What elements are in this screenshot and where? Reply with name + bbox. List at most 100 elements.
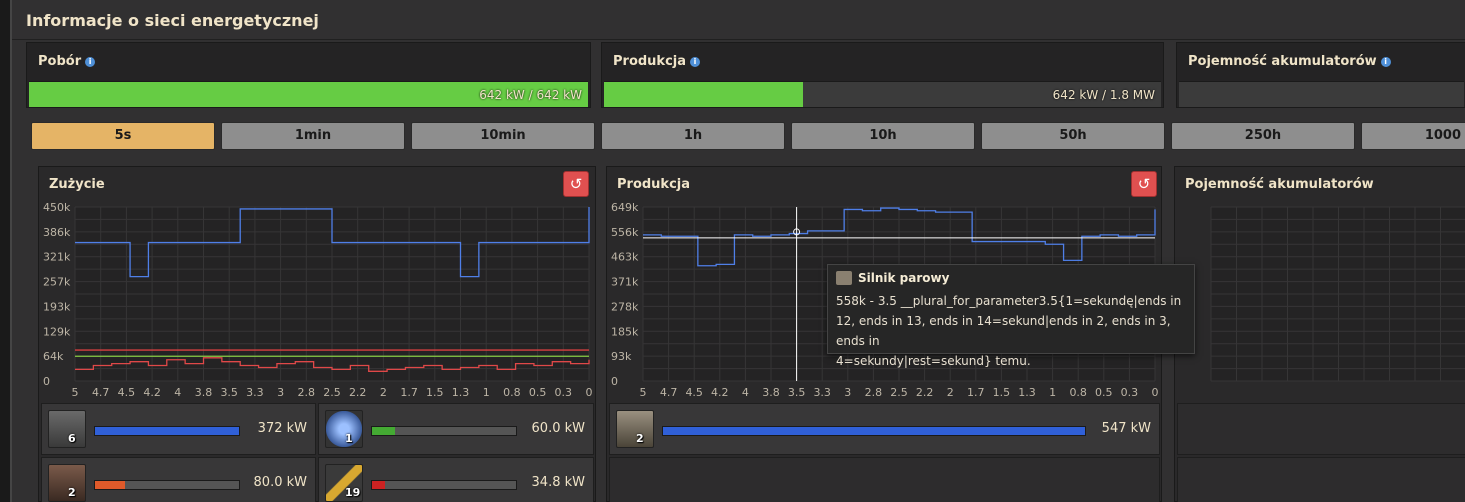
tooltip: Silnik parowy 558k - 3.5 __plural_for_pa… (827, 264, 1195, 368)
production-stat-panel: Produkcja i 642 kW / 1.8 MW (601, 42, 1164, 108)
x-tick-label: 3.5 (788, 386, 806, 399)
x-tick-label: 0 (1152, 386, 1159, 399)
y-tick-label: 129k (43, 325, 71, 338)
x-tick-label: 5 (72, 386, 79, 399)
x-tick-label: 0.5 (1095, 386, 1113, 399)
x-tick-label: 1.7 (400, 386, 418, 399)
x-tick-label: 2.5 (890, 386, 908, 399)
item-bar (371, 426, 517, 436)
tooltip-line: 4=sekundy|rest=sekund} temu. (836, 354, 1031, 368)
x-tick-label: 1.7 (967, 386, 985, 399)
item-value: 372 kW (257, 421, 307, 436)
accumulator-chart-title: Pojemność akumulatorów (1185, 177, 1374, 192)
x-tick-label: 4.7 (660, 386, 678, 399)
info-icon[interactable]: i (85, 56, 96, 67)
production-stat-bar: 642 kW / 1.8 MW (604, 81, 1161, 107)
x-tick-label: 1.3 (452, 386, 470, 399)
reset-icon[interactable]: ↺ (1131, 171, 1157, 197)
electric-furnace-icon (48, 464, 86, 502)
item-count: 2 (636, 432, 644, 445)
item-bar-fill (372, 427, 396, 435)
x-tick-label: 2.2 (916, 386, 934, 399)
tab-1min[interactable]: 1min (221, 122, 405, 150)
list-item[interactable]: 1 60.0 kW (318, 403, 594, 455)
accumulator-chart[interactable] (1175, 203, 1465, 403)
y-tick-label: 0 (611, 375, 618, 388)
x-tick-label: 3 (277, 386, 284, 399)
item-count: 1 (345, 432, 353, 445)
tab-1000h[interactable]: 1000 (1361, 122, 1465, 150)
steam-engine-icon (616, 410, 654, 448)
item-bar (371, 480, 517, 490)
list-item[interactable]: 2 80.0 kW (41, 457, 316, 502)
x-tick-label: 2 (947, 386, 954, 399)
reset-icon[interactable]: ↺ (563, 171, 589, 197)
production-chart-title: Produkcja (617, 177, 691, 192)
y-tick-label: 371k (611, 276, 639, 289)
y-tick-label: 93k (611, 350, 632, 363)
x-tick-label: 2.8 (865, 386, 883, 399)
item-value: 80.0 kW (253, 475, 307, 490)
y-tick-label: 278k (611, 300, 639, 313)
tooltip-line: 558k - 3.5 __plural_for_parameter3.5{1=s… (836, 294, 1182, 308)
accumulator-chart-panel: Pojemność akumulatorów (1174, 166, 1465, 502)
x-tick-label: 5 (640, 386, 647, 399)
x-tick-label: 2.2 (349, 386, 367, 399)
list-item[interactable]: 6 372 kW (41, 403, 316, 455)
y-tick-label: 463k (611, 251, 639, 264)
x-tick-label: 0 (586, 386, 593, 399)
x-tick-label: 4.7 (92, 386, 110, 399)
item-value: 547 kW (1101, 421, 1151, 436)
x-tick-label: 2.8 (298, 386, 316, 399)
x-tick-label: 3.3 (246, 386, 264, 399)
tooltip-body: 558k - 3.5 __plural_for_parameter3.5{1=s… (836, 291, 1186, 371)
x-tick-label: 4.2 (711, 386, 729, 399)
x-tick-label: 4.5 (685, 386, 703, 399)
x-tick-label: 1 (1049, 386, 1056, 399)
y-tick-label: 64k (43, 350, 64, 363)
item-bar-fill (663, 427, 1085, 435)
production-stat-text: 642 kW / 1.8 MW (1052, 88, 1155, 102)
info-icon[interactable]: i (1380, 56, 1391, 67)
x-tick-label: 1.5 (426, 386, 444, 399)
y-tick-label: 257k (43, 276, 71, 289)
tab-1h[interactable]: 1h (601, 122, 785, 150)
item-bar-fill (95, 427, 239, 435)
electric-network-window: Informacje o sieci energetycznej Pobór i … (10, 0, 1465, 502)
accumulator-stat-label: Pojemność akumulatorów i (1188, 54, 1391, 69)
tab-10h[interactable]: 10h (791, 122, 975, 150)
y-tick-label: 556k (611, 226, 639, 239)
tab-10min[interactable]: 10min (411, 122, 595, 150)
list-item[interactable]: 19 34.8 kW (318, 457, 594, 502)
production-stat-label: Produkcja i (613, 54, 701, 69)
item-value: 34.8 kW (531, 475, 585, 490)
x-tick-label: 0.3 (1121, 386, 1139, 399)
x-tick-label: 0.8 (1069, 386, 1087, 399)
x-tick-label: 3.8 (195, 386, 213, 399)
y-tick-label: 0 (43, 375, 50, 388)
info-icon[interactable]: i (690, 56, 701, 67)
item-bar (662, 426, 1086, 436)
item-bar (94, 480, 240, 490)
x-tick-label: 0.5 (529, 386, 547, 399)
x-tick-label: 2.5 (323, 386, 341, 399)
y-tick-label: 185k (611, 325, 639, 338)
accumulator-stat-panel: Pojemność akumulatorów i (1176, 42, 1465, 108)
x-tick-label: 4.2 (143, 386, 161, 399)
x-tick-label: 3 (844, 386, 851, 399)
accumulator-stat-bar (1179, 81, 1464, 107)
title-bar[interactable]: Informacje o sieci energetycznej (12, 0, 1465, 40)
tab-250h[interactable]: 250h (1171, 122, 1355, 150)
item-count: 6 (68, 432, 76, 445)
production-stat-fill (604, 82, 803, 107)
tab-5s[interactable]: 5s (31, 122, 215, 150)
x-tick-label: 4 (174, 386, 181, 399)
tab-50h[interactable]: 50h (981, 122, 1165, 150)
steam-engine-icon (836, 271, 852, 285)
y-tick-label: 450k (43, 203, 71, 214)
tooltip-title: Silnik parowy (858, 271, 950, 285)
consumption-stat-text: 642 kW / 642 kW (479, 88, 582, 102)
consumption-chart[interactable]: 0 64k 129k 193k 257k 321k 386k 450k 5 4.7 4.5 4.2 4 3… (39, 203, 595, 403)
list-item[interactable]: 2 547 kW (609, 403, 1160, 455)
y-tick-label: 321k (43, 251, 71, 264)
